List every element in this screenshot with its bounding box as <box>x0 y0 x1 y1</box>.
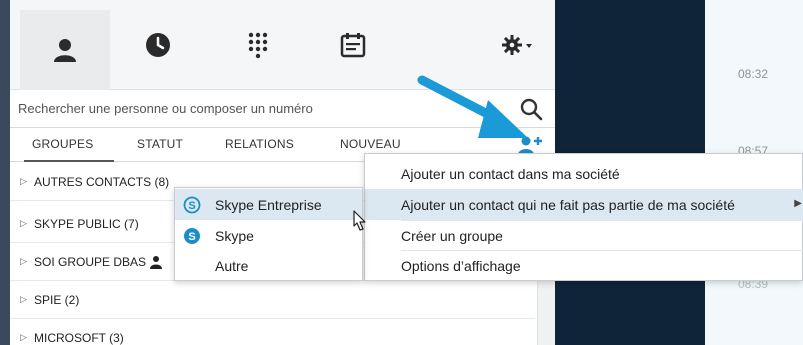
dialpad-icon <box>248 32 268 59</box>
tab-dialpad[interactable] <box>230 20 286 70</box>
submenu-item-label: Skype Entreprise <box>215 196 322 213</box>
skype-entreprise-icon: S <box>183 196 201 214</box>
expand-triangle-icon[interactable]: ▷ <box>20 256 34 267</box>
submenu-item-label: Skype <box>215 227 254 244</box>
menu-item-display-options[interactable]: Options d’affichage <box>365 250 803 281</box>
skype-icon: S <box>183 227 201 245</box>
group-row[interactable]: ▷ SPIE (2) <box>10 281 535 319</box>
menu-item-add-contact-company[interactable]: Ajouter un contact dans ma société <box>365 158 803 189</box>
message-timestamp: 08:32 <box>738 67 769 81</box>
contacts-icon <box>54 39 76 62</box>
menu-item-label: Options d’affichage <box>401 257 521 274</box>
expand-triangle-icon[interactable]: ▷ <box>20 294 34 305</box>
group-label: MICROSOFT (3) <box>34 330 124 345</box>
tab-new[interactable]: NOUVEAU <box>340 137 401 151</box>
app-window: GROUPES STATUT RELATIONS NOUVEAU ▷ AUTRE… <box>0 0 803 345</box>
expand-triangle-icon[interactable]: ▷ <box>20 332 34 343</box>
tab-relations[interactable]: RELATIONS <box>225 137 294 151</box>
submenu-item-label: Autre <box>215 257 249 274</box>
tab-contacts[interactable] <box>20 10 110 90</box>
settings-menu-button[interactable] <box>490 20 546 70</box>
tab-history[interactable] <box>130 20 186 70</box>
menu-item-create-group[interactable]: Créer un groupe <box>365 220 803 251</box>
left-edge <box>0 0 10 345</box>
menu-item-label: Ajouter un contact qui ne fait pas parti… <box>401 196 735 213</box>
svg-text:S: S <box>188 231 195 243</box>
expand-triangle-icon[interactable]: ▷ <box>20 218 34 229</box>
group-label: SOI GROUPE DBAS <box>34 254 147 269</box>
group-label: SKYPE PUBLIC (7) <box>34 216 139 231</box>
tab-status[interactable]: STATUT <box>137 137 183 151</box>
submenu-item-skype-entreprise[interactable]: S Skype Entreprise <box>175 189 362 220</box>
group-label: SPIE (2) <box>34 292 80 307</box>
submenu-item-skype[interactable]: S Skype <box>175 220 362 251</box>
add-contact-menu: Ajouter un contact dans ma société Ajout… <box>364 153 803 281</box>
contact-type-submenu: S Skype Entreprise S Skype Autre <box>174 187 363 281</box>
menu-item-add-external-contact[interactable]: Ajouter un contact qui ne fait pas parti… <box>365 189 803 220</box>
expand-triangle-icon[interactable]: ▷ <box>20 176 34 187</box>
mouse-cursor-icon <box>353 210 366 231</box>
active-tab-underline <box>24 160 114 162</box>
tab-groups[interactable]: GROUPES <box>32 137 93 151</box>
clock-icon <box>146 33 170 57</box>
group-person-icon <box>150 255 163 269</box>
menu-item-label: Ajouter un contact dans ma société <box>401 165 620 182</box>
empty-icon-slot <box>183 257 201 275</box>
menu-item-label: Créer un groupe <box>401 227 503 244</box>
submenu-item-other[interactable]: Autre <box>175 250 362 281</box>
group-label: AUTRES CONTACTS (8) <box>34 174 170 189</box>
chevron-down-icon <box>526 44 532 48</box>
tab-meetings[interactable] <box>325 20 381 70</box>
svg-text:S: S <box>188 200 195 212</box>
annotation-arrow-icon <box>417 75 528 138</box>
gear-icon <box>502 35 532 55</box>
group-row[interactable]: ▷ MICROSOFT (3) <box>10 319 535 345</box>
calendar-icon <box>340 33 366 58</box>
submenu-arrow-icon: ▶ <box>794 198 802 209</box>
